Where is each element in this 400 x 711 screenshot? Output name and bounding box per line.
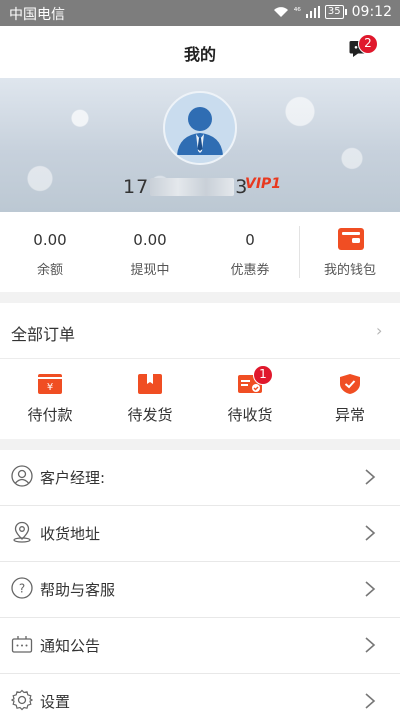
status-icons: ⁴⁶ 35 09:12 [273,4,392,20]
order-badge: 1 [253,365,273,385]
question-icon: ? [11,577,33,599]
stat-withdrawing[interactable]: 0.00 提现中 [100,212,200,292]
menu-label: 通知公告 [40,637,101,655]
phone-mask [150,178,235,196]
wallet-label: 我的钱包 [323,263,376,278]
order-label: 待收货 [227,406,273,424]
chevron-right-icon [365,469,376,485]
avatar[interactable] [163,91,237,165]
menu-label: 设置 [40,693,71,711]
page-title: 我的 [183,45,216,64]
stat-value: 0.00 [33,231,67,249]
vip-badge: VIP1 [245,176,282,192]
stat-value: 0.00 [133,231,167,249]
phone-prefix: 17 [123,176,150,198]
account-stats: 0.00 余额 0.00 提现中 0 优惠券 我的钱包 [0,212,400,292]
carrier-label: 中国电信 [9,7,65,23]
yen-card-icon: ¥ [38,374,62,394]
chevron-right-icon [365,637,376,653]
chevron-right-icon: › [376,321,383,340]
all-orders-row[interactable]: 全部订单 › [0,303,400,359]
stat-coupons[interactable]: 0 优惠券 [200,212,300,292]
svg-text:?: ? [19,582,25,596]
person-icon [11,465,33,487]
order-pending-shipment[interactable]: 待发货 [100,359,200,439]
stat-label: 提现中 [130,263,170,278]
chevron-right-icon [365,581,376,597]
menu-item-settings[interactable]: 设置 [0,674,400,711]
settings-menu: 客户经理: 收货地址 ? 帮助与客服 通知公告 设置 [0,450,400,711]
shield-check-icon [340,374,360,394]
order-pending-payment[interactable]: ¥ 待付款 [0,359,100,439]
battery-icon: 35 [324,5,347,19]
menu-label: 帮助与客服 [40,581,116,599]
package-icon [138,374,162,394]
chevron-right-icon [365,525,376,541]
chevron-right-icon [365,693,376,709]
svg-text:¥: ¥ [47,382,53,393]
stat-label: 优惠券 [230,263,270,278]
stat-value: 0 [245,231,255,249]
wifi-icon [273,7,288,17]
notice-box-icon [11,636,33,653]
orders-section: 全部订单 › ¥ 待付款 待发货 待收货 异常 [0,303,400,439]
message-badge: 2 [358,34,378,54]
stat-label: 余额 [36,263,63,278]
nav-bar: 我的 [0,26,400,78]
menu-item-shipping-address[interactable]: 收货地址 [0,506,400,562]
menu-item-account-manager[interactable]: 客户经理: [0,450,400,506]
phone-number: 17 3 [123,176,248,198]
location-pin-icon [13,521,31,543]
menu-label: 收货地址 [40,525,101,543]
order-label: 异常 [334,406,365,424]
menu-item-help-support[interactable]: ? 帮助与客服 [0,562,400,618]
wallet-icon [338,228,364,250]
menu-label: 客户经理: [40,469,106,487]
order-label: 待付款 [27,406,73,424]
stat-balance[interactable]: 0.00 余额 [0,212,100,292]
user-avatar-icon [165,93,235,163]
menu-item-notices[interactable]: 通知公告 [0,618,400,674]
battery-level: 35 [324,5,344,19]
my-wallet-button[interactable]: 我的钱包 [300,212,400,292]
order-pending-receipt[interactable]: 待收货 [200,359,300,439]
order-label: 待发货 [127,406,173,424]
gear-icon [11,689,33,711]
all-orders-label: 全部订单 [11,325,76,344]
status-bar: 中国电信 ⁴⁶ 35 09:12 [0,0,400,26]
order-exception[interactable]: 异常 [300,359,400,439]
clock: 09:12 [351,4,392,20]
network-label: ⁴⁶ [293,7,301,17]
signal-icon [305,6,320,18]
